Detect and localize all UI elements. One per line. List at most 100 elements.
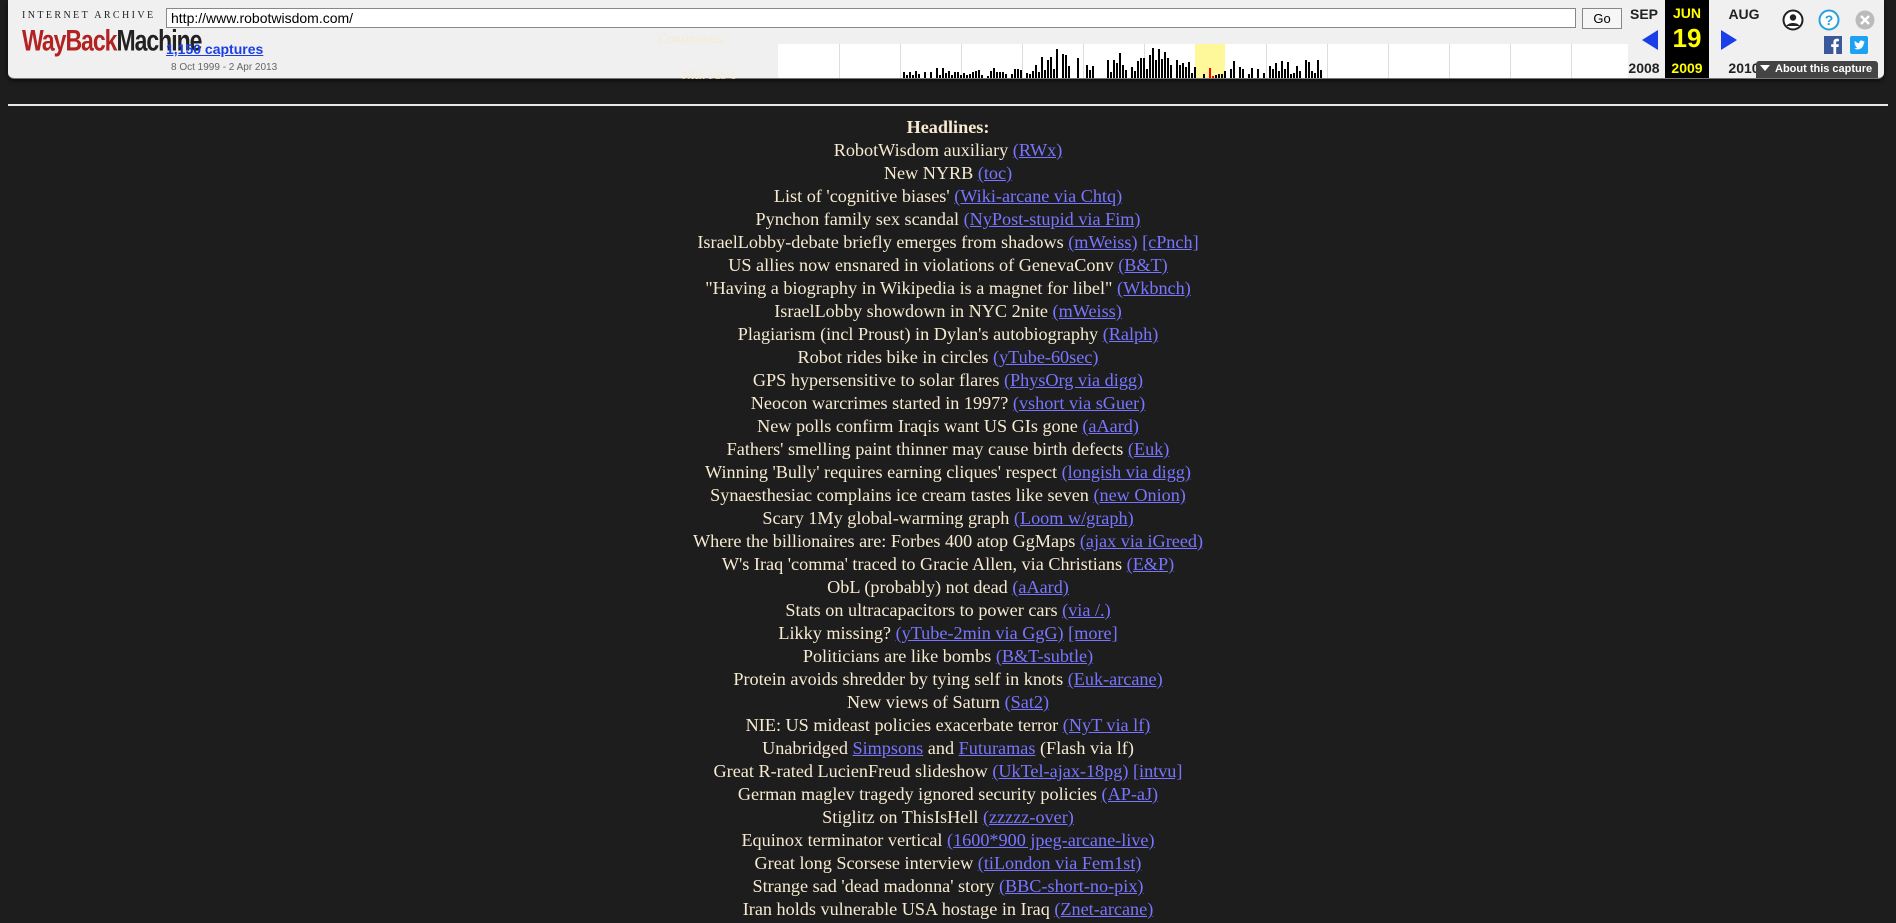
headline-text: Politicians are like bombs bbox=[802, 646, 992, 666]
ghost-text-continuous: Continuous: bbox=[658, 32, 727, 47]
headline-text: List of 'cognitive biases' bbox=[773, 186, 950, 206]
about-capture-label: About this capture bbox=[1775, 63, 1873, 75]
svg-text:?: ? bbox=[1825, 12, 1834, 28]
sparkline-bar bbox=[915, 71, 917, 78]
sparkline-bar bbox=[1188, 62, 1190, 78]
headline-text: Great long Scorsese interview bbox=[754, 853, 974, 873]
headline-source-link[interactable]: (UkTel-ajax-18pg) bbox=[992, 761, 1128, 781]
headline-source-link[interactable]: (vshort via sGuer) bbox=[1013, 393, 1145, 413]
sparkline-bar bbox=[1125, 70, 1127, 78]
user-account-icon[interactable] bbox=[1782, 9, 1804, 31]
sparkline-bar bbox=[990, 71, 992, 78]
facebook-icon[interactable] bbox=[1824, 36, 1842, 54]
headline-source-link[interactable]: (B&T-subtle) bbox=[996, 646, 1093, 666]
sparkline-bar bbox=[969, 74, 971, 78]
sparkline-bar bbox=[948, 71, 950, 78]
sparkline-bar bbox=[1131, 67, 1133, 78]
headline-item: Great long Scorsese interview (tiLondon … bbox=[0, 852, 1896, 875]
headline-source-link[interactable]: (Euk-arcane) bbox=[1068, 669, 1163, 689]
close-icon[interactable] bbox=[1854, 9, 1876, 31]
captures-link[interactable]: 1,150 captures bbox=[166, 41, 263, 57]
headline-source-link[interactable]: [more] bbox=[1068, 623, 1117, 643]
sparkline-bar bbox=[1242, 69, 1244, 78]
sparkline-bar bbox=[1194, 67, 1196, 78]
headline-item: NIE: US mideast policies exacerbate terr… bbox=[0, 714, 1896, 737]
headline-source-link[interactable]: (Wiki-arcane via Chtq) bbox=[954, 186, 1122, 206]
sparkline-bar bbox=[1224, 71, 1226, 78]
sparkline-bar bbox=[1155, 60, 1157, 78]
headline-text: New polls confirm Iraqis want US GIs gon… bbox=[757, 416, 1078, 436]
headline-source-link[interactable]: (longish via digg) bbox=[1062, 462, 1191, 482]
headline-source-link[interactable]: (tiLondon via Fem1st) bbox=[978, 853, 1142, 873]
headline-source-link[interactable]: [intvu] bbox=[1133, 761, 1183, 781]
go-button[interactable]: Go bbox=[1582, 8, 1622, 29]
wayback-toolbar: INTERNET ARCHIVE WayBackMachine Go 1,150… bbox=[8, 0, 1884, 82]
headline-source-link[interactable]: (Ralph) bbox=[1103, 324, 1159, 344]
sparkline-bar bbox=[996, 72, 998, 78]
headline-item: List of 'cognitive biases' (Wiki-arcane … bbox=[0, 185, 1896, 208]
sparkline-bar bbox=[1248, 74, 1250, 78]
sparkline-year-divider bbox=[1510, 44, 1511, 78]
headline-source-link[interactable]: (E&P) bbox=[1127, 554, 1175, 574]
headline-source-link[interactable]: (zzzzz-over) bbox=[983, 807, 1074, 827]
capture-sparkline[interactable] bbox=[778, 44, 1628, 78]
next-capture-arrow-icon[interactable] bbox=[1721, 30, 1737, 50]
url-input[interactable] bbox=[166, 8, 1576, 28]
sparkline-year-divider bbox=[1388, 44, 1389, 78]
headline-item: Pynchon family sex scandal (NyPost-stupi… bbox=[0, 208, 1896, 231]
sparkline-bar bbox=[987, 76, 989, 78]
headline-source-link[interactable]: (aAard) bbox=[1012, 577, 1069, 597]
headline-source-link[interactable]: (BBC-short-no-pix) bbox=[999, 876, 1143, 896]
headline-source-link[interactable]: [cPnch] bbox=[1142, 232, 1199, 252]
headline-item: Protein avoids shredder by tying self in… bbox=[0, 668, 1896, 691]
headline-source-link[interactable]: (NyT via lf) bbox=[1063, 715, 1151, 735]
headline-source-link[interactable]: (mWeiss) bbox=[1053, 301, 1122, 321]
help-icon[interactable]: ? bbox=[1818, 9, 1840, 31]
sparkline-bar bbox=[945, 73, 947, 78]
sparkline-bar bbox=[942, 68, 944, 78]
about-capture-button[interactable]: About this capture bbox=[1756, 61, 1879, 78]
headline-source-link[interactable]: (via /.) bbox=[1062, 600, 1110, 620]
headline-text: NIE: US mideast policies exacerbate terr… bbox=[745, 715, 1059, 735]
sparkline-bar bbox=[1161, 59, 1163, 78]
headline-source-link[interactable]: (ajax via iGreed) bbox=[1080, 531, 1203, 551]
headline-source-link[interactable]: (Znet-arcane) bbox=[1054, 899, 1153, 919]
headline-source-link[interactable]: (aAard) bbox=[1082, 416, 1139, 436]
headline-link[interactable]: Simpsons bbox=[852, 738, 923, 758]
headline-source-link[interactable]: (Sat2) bbox=[1005, 692, 1049, 712]
prev-year-label[interactable]: 2008 bbox=[1622, 60, 1666, 76]
prev-capture-arrow-icon[interactable] bbox=[1642, 30, 1658, 50]
sparkline-bar bbox=[1278, 71, 1280, 78]
headline-source-link[interactable]: (RWx) bbox=[1013, 140, 1063, 160]
sparkline-bar bbox=[951, 75, 953, 78]
sparkline-bar bbox=[1047, 60, 1049, 78]
next-month-label[interactable]: AUG bbox=[1722, 6, 1766, 22]
headline-source-link[interactable]: (1600*900 jpeg-arcane-live) bbox=[947, 830, 1155, 850]
headline-source-link[interactable]: (mWeiss) bbox=[1068, 232, 1137, 252]
sparkline-bar bbox=[1086, 65, 1088, 78]
headline-source-link[interactable]: (Euk) bbox=[1128, 439, 1169, 459]
headline-item: New polls confirm Iraqis want US GIs gon… bbox=[0, 415, 1896, 438]
headline-source-link[interactable]: (toc) bbox=[978, 163, 1012, 183]
sparkline-bar bbox=[930, 72, 932, 78]
wayback-logo[interactable]: INTERNET ARCHIVE WayBackMachine bbox=[22, 10, 202, 70]
twitter-icon[interactable] bbox=[1850, 36, 1868, 54]
headline-item: Strange sad 'dead madonna' story (BBC-sh… bbox=[0, 875, 1896, 898]
sparkline-bar bbox=[1122, 65, 1124, 78]
headline-source-link[interactable]: (yTube-2min via GgG) bbox=[896, 623, 1064, 643]
prev-month-label[interactable]: SEP bbox=[1622, 6, 1666, 22]
headline-source-link[interactable]: (NyPost-stupid via Fim) bbox=[964, 209, 1141, 229]
headline-source-link[interactable]: (PhysOrg via digg) bbox=[1004, 370, 1143, 390]
headline-source-link[interactable]: (yTube-60sec) bbox=[993, 347, 1098, 367]
headline-source-link[interactable]: (AP-aJ) bbox=[1102, 784, 1159, 804]
headline-text: (Flash via lf) bbox=[1035, 738, 1134, 758]
sparkline-bar bbox=[1281, 61, 1283, 78]
headline-source-link[interactable]: (B&T) bbox=[1118, 255, 1168, 275]
sparkline-bar bbox=[1020, 70, 1022, 78]
headline-source-link[interactable]: (Loom w/graph) bbox=[1014, 508, 1134, 528]
headline-link[interactable]: Futuramas bbox=[959, 738, 1036, 758]
headlines-heading: Headlines: bbox=[906, 117, 990, 137]
headline-source-link[interactable]: (Wkbnch) bbox=[1117, 278, 1191, 298]
headline-source-link[interactable]: (new Onion) bbox=[1093, 485, 1185, 505]
headline-text: Great R-rated LucienFreud slideshow bbox=[713, 761, 988, 781]
